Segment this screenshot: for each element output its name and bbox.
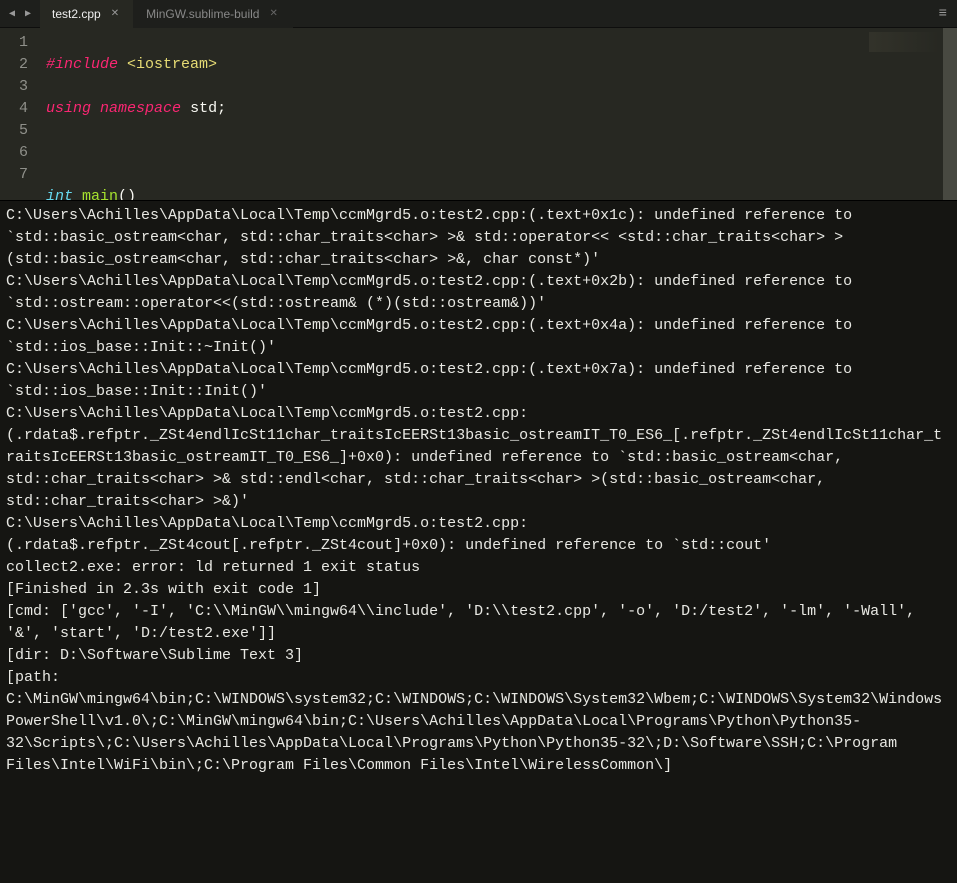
line-number: 5	[8, 120, 28, 142]
line-number: 2	[8, 54, 28, 76]
code-line: int main()	[46, 186, 853, 200]
tab-label: MinGW.sublime-build	[146, 7, 259, 21]
nav-back-icon[interactable]: ◀	[6, 8, 18, 20]
build-output[interactable]: C:\Users\Achilles\AppData\Local\Temp\ccm…	[0, 200, 957, 883]
minimap[interactable]	[853, 28, 943, 200]
code-area[interactable]: #include <iostream> using namespace std;…	[38, 28, 853, 200]
code-line	[46, 142, 853, 164]
tab-mingw-build[interactable]: MinGW.sublime-build ✕	[134, 0, 293, 28]
code-line: using namespace std;	[46, 98, 853, 120]
scroll-thumb[interactable]	[943, 28, 957, 200]
tab-label: test2.cpp	[52, 7, 101, 21]
gutter: 1 2 3 4 5 6 7	[0, 28, 38, 200]
tabbar: ◀ ▶ test2.cpp ✕ MinGW.sublime-build ✕ ≡	[0, 0, 957, 28]
editor-pane: 1 2 3 4 5 6 7 #include <iostream> using …	[0, 28, 957, 200]
line-number: 7	[8, 164, 28, 186]
nav-forward-icon[interactable]: ▶	[22, 8, 34, 20]
code-line: #include <iostream>	[46, 54, 853, 76]
line-number: 3	[8, 76, 28, 98]
nav-arrows: ◀ ▶	[0, 8, 40, 20]
close-icon[interactable]: ✕	[111, 8, 119, 19]
scrollbar[interactable]	[943, 28, 957, 200]
line-number: 6	[8, 142, 28, 164]
minimap-preview	[869, 32, 939, 52]
tab-test2-cpp[interactable]: test2.cpp ✕	[40, 0, 134, 28]
menu-icon[interactable]: ≡	[929, 6, 957, 22]
close-icon[interactable]: ✕	[269, 8, 277, 19]
line-number: 1	[8, 32, 28, 54]
line-number: 4	[8, 98, 28, 120]
